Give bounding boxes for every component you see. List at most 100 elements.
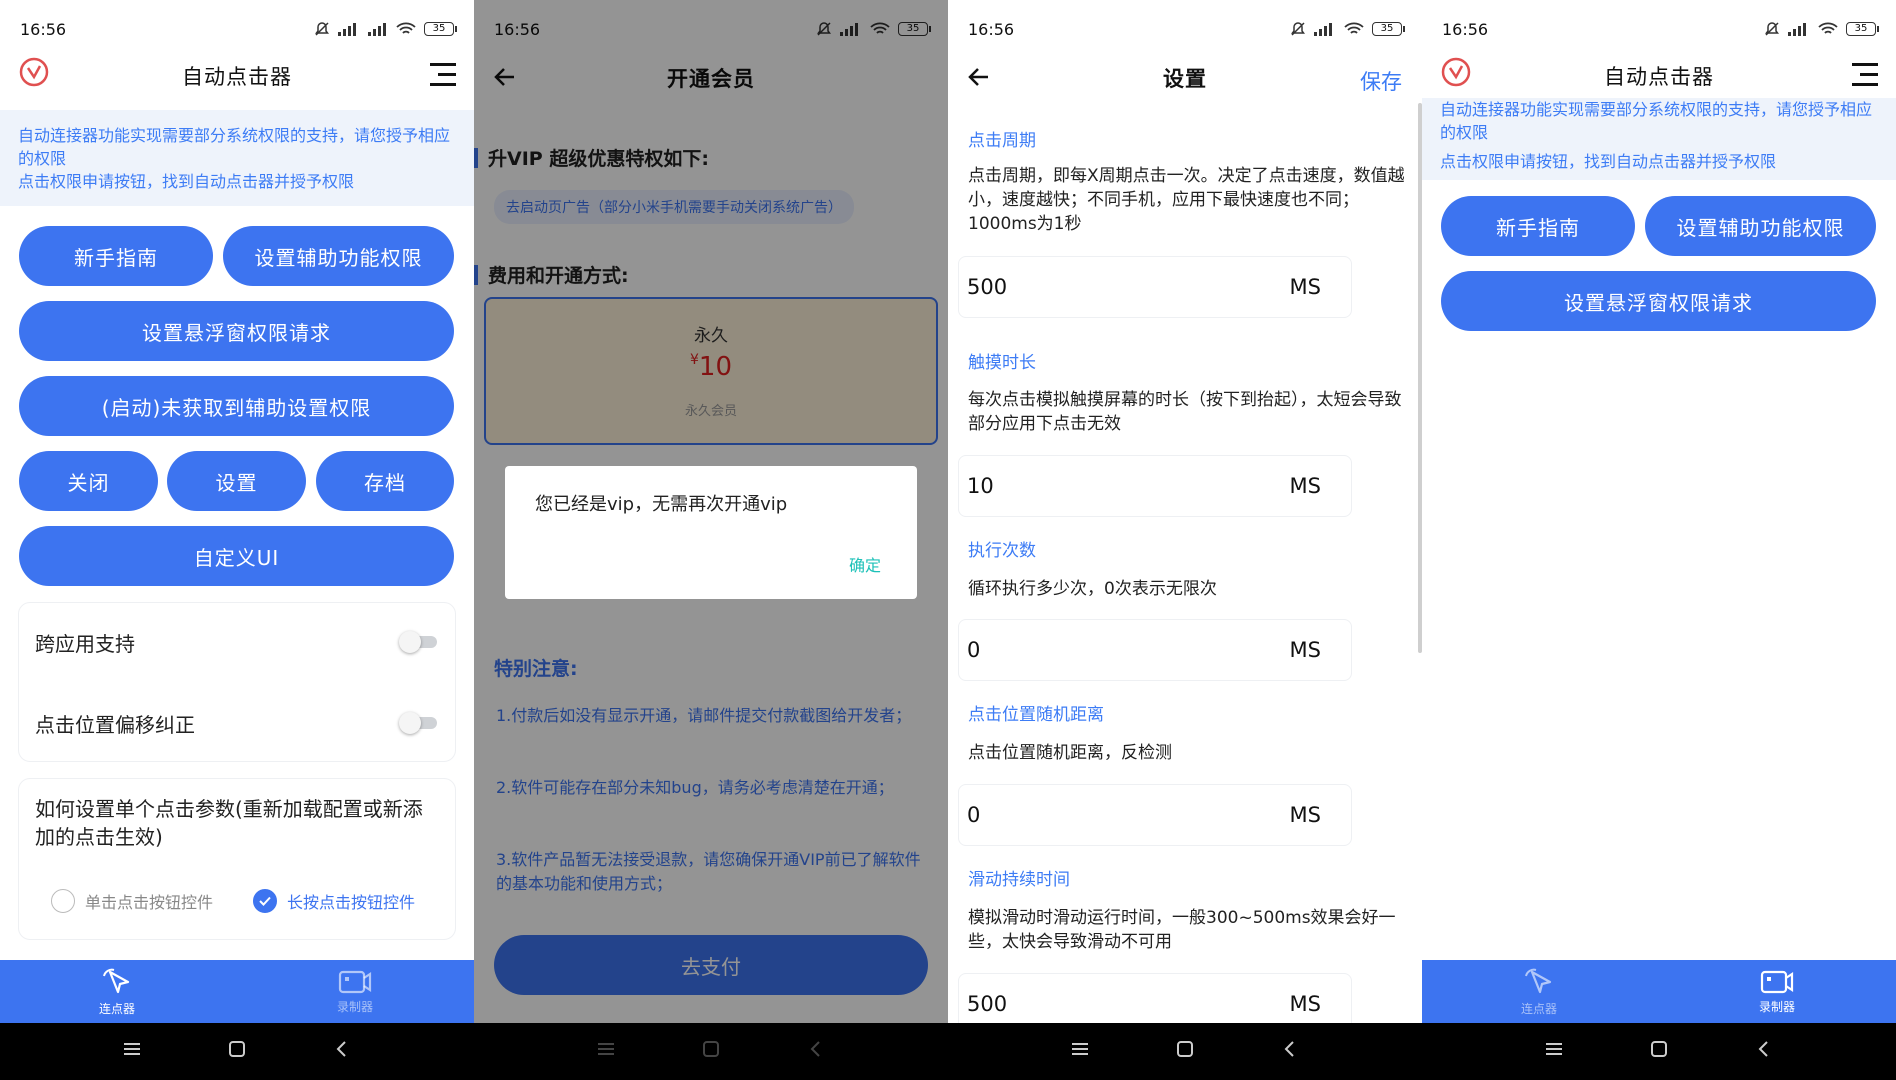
tab-recorder[interactable]: 录制器 xyxy=(295,960,415,1023)
back-nav-icon[interactable] xyxy=(1754,1039,1774,1059)
save-button[interactable]: 保存 xyxy=(1360,66,1402,96)
archive-button[interactable]: 存档 xyxy=(316,451,454,511)
param-card: 如何设置单个点击参数(重新加载配置或新添加的点击生效) 单击点击按钮控件 长按点… xyxy=(18,778,456,940)
status-bar: 16:56 35 xyxy=(1422,0,1896,58)
single-click-radio[interactable] xyxy=(51,889,75,913)
mute-icon xyxy=(315,22,329,36)
recents-icon[interactable] xyxy=(596,1039,616,1059)
touch-duration-unit: MS xyxy=(1289,474,1321,498)
tab-clicker[interactable]: 连点器 xyxy=(1479,960,1599,1023)
exec-count-input[interactable]: 0 MS xyxy=(958,619,1352,681)
cross-app-row: 跨应用支持 xyxy=(35,612,439,672)
touch-duration-desc: 每次点击模拟触摸屏幕的时长（按下到抬起），太短会导致部分应用下点击无效 xyxy=(968,390,1402,434)
tab-clicker-label: 连点器 xyxy=(98,1002,135,1016)
random-distance-desc: 点击位置随机距离，反检测 xyxy=(968,743,1172,763)
cursor-click-icon xyxy=(103,968,130,994)
start-button[interactable]: (启动)未获取到辅助设置权限 xyxy=(19,376,454,436)
click-period-label: 点击周期 xyxy=(968,131,1036,151)
menu-icon[interactable] xyxy=(1850,60,1880,90)
close-button[interactable]: 关闭 xyxy=(19,451,158,511)
tab-clicker-label: 连点器 xyxy=(1520,1002,1557,1016)
status-icons: 35 xyxy=(1764,21,1879,37)
status-time: 16:56 xyxy=(20,19,67,39)
random-distance-unit: MS xyxy=(1289,803,1321,827)
long-press-radio[interactable] xyxy=(253,889,277,913)
exec-count-desc: 循环执行多少次，0次表示无限次 xyxy=(968,579,1217,599)
vip-dialog: 您已经是vip，无需再次开通vip 确定 xyxy=(505,466,917,599)
offset-label: 点击位置偏移纠正 xyxy=(35,712,195,737)
guide-button[interactable]: 新手指南 xyxy=(19,226,213,286)
long-press-label: 长按点击按钮控件 xyxy=(287,893,416,912)
accessibility-permission-button[interactable]: 设置辅助功能权限 xyxy=(1645,196,1876,256)
guide-button[interactable]: 新手指南 xyxy=(1441,196,1635,256)
tab-recorder[interactable]: 录制器 xyxy=(1717,960,1837,1023)
tab-recorder-label: 录制器 xyxy=(1758,1000,1795,1014)
offset-row: 点击位置偏移纠正 xyxy=(35,693,439,753)
system-nav-bar xyxy=(948,1023,1422,1080)
dialog-message: 您已经是vip，无需再次开通vip xyxy=(535,494,788,515)
notice-line-1: 自动连接器功能实现需要部分系统权限的支持，请您授予相应的权限 xyxy=(1440,100,1873,142)
back-nav-icon[interactable] xyxy=(1280,1039,1300,1059)
single-click-label: 单击点击按钮控件 xyxy=(85,893,214,912)
app-logo-icon xyxy=(1441,57,1471,87)
recorder-icon xyxy=(1760,970,1794,994)
status-bar: 16:56 35 xyxy=(948,0,1422,58)
dialog-confirm-button[interactable]: 确定 xyxy=(849,552,881,576)
signal-icon-2 xyxy=(368,23,386,36)
back-nav-icon[interactable] xyxy=(332,1039,352,1059)
wifi-icon xyxy=(1818,22,1838,34)
home-icon[interactable] xyxy=(1649,1039,1669,1059)
vip-screen: 16:56 35 开通会员 升VIP 超级优惠特权如下: 去启动页广告（部分小米… xyxy=(474,0,948,1080)
bottom-tab-bar: 连点器 录制器 xyxy=(0,960,474,1023)
cross-app-toggle[interactable] xyxy=(399,631,439,653)
swipe-duration-unit: MS xyxy=(1289,992,1321,1016)
back-nav-icon[interactable] xyxy=(806,1039,826,1059)
app-bar: 设置 保存 xyxy=(948,54,1422,102)
float-window-permission-button[interactable]: 设置悬浮窗权限请求 xyxy=(1441,271,1876,331)
status-bar: 16:56 35 xyxy=(0,0,474,58)
tab-recorder-label: 录制器 xyxy=(336,1000,373,1014)
custom-ui-button[interactable]: 自定义UI xyxy=(19,526,454,586)
back-arrow-icon[interactable] xyxy=(966,64,992,90)
status-icons: 35 xyxy=(314,21,457,37)
system-nav-bar xyxy=(474,1023,948,1080)
notice-line-1: 自动连接器功能实现需要部分系统权限的支持，请您授予相应的权限 xyxy=(18,126,451,168)
permission-notice: 自动连接器功能实现需要部分系统权限的支持，请您授予相应的权限 点击权限申请按钮，… xyxy=(1422,98,1896,180)
home-icon[interactable] xyxy=(701,1039,721,1059)
menu-icon[interactable] xyxy=(428,60,458,90)
tab-clicker[interactable]: 连点器 xyxy=(57,960,177,1023)
settings-button[interactable]: 设置 xyxy=(167,451,306,511)
touch-duration-input[interactable]: 10 MS xyxy=(958,455,1352,517)
long-press-option[interactable]: 长按点击按钮控件 xyxy=(253,889,415,913)
click-period-input[interactable]: 500 MS xyxy=(958,256,1352,318)
signal-icon xyxy=(338,23,356,36)
offset-toggle[interactable] xyxy=(399,712,439,734)
cursor-click-icon xyxy=(1525,968,1552,994)
click-period-unit: MS xyxy=(1289,275,1321,299)
touch-duration-value: 10 xyxy=(967,474,994,498)
bottom-tab-bar: 连点器 录制器 xyxy=(1422,960,1896,1023)
exec-count-unit: MS xyxy=(1289,638,1321,662)
single-click-option[interactable]: 单击点击按钮控件 xyxy=(51,889,213,913)
swipe-duration-value: 500 xyxy=(967,992,1008,1016)
system-nav-bar xyxy=(1422,1023,1896,1080)
main-screen: 16:56 35 自动点击器 自动连接器功能实现需要部分系统权限的支持，请您授予… xyxy=(0,0,474,1080)
random-distance-input[interactable]: 0 MS xyxy=(958,784,1352,846)
recorder-screen: 16:56 35 自动点击器 自动连接器功能实现需要部分系统权限的支持，请您授予… xyxy=(1422,0,1896,1080)
status-time: 16:56 xyxy=(1442,19,1489,39)
mute-icon xyxy=(1291,22,1305,36)
float-window-permission-button[interactable]: 设置悬浮窗权限请求 xyxy=(19,301,454,361)
random-distance-value: 0 xyxy=(967,803,981,827)
home-icon[interactable] xyxy=(1175,1039,1195,1059)
wifi-icon xyxy=(1344,22,1364,34)
accessibility-permission-button[interactable]: 设置辅助功能权限 xyxy=(223,226,454,286)
recents-icon[interactable] xyxy=(1070,1039,1090,1059)
exec-count-label: 执行次数 xyxy=(968,541,1036,561)
home-icon[interactable] xyxy=(227,1039,247,1059)
recents-icon[interactable] xyxy=(1544,1039,1564,1059)
battery-icon: 35 xyxy=(424,22,457,36)
click-period-desc: 点击周期，即每X周期点击一次。决定了点击速度，数值越小，速度越快；不同手机，应用… xyxy=(968,166,1405,234)
app-logo-icon xyxy=(19,57,49,87)
notice-line-2: 点击权限申请按钮，找到自动点击器并授予权限 xyxy=(18,172,355,191)
recents-icon[interactable] xyxy=(122,1039,142,1059)
